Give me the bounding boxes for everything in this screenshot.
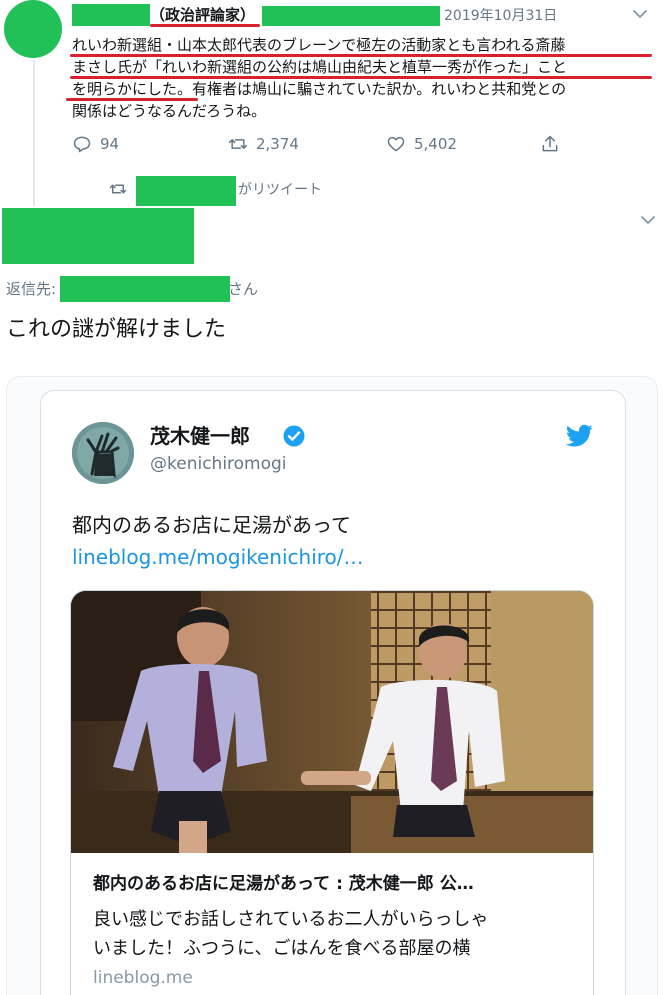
author-avatar-redacted[interactable] <box>4 0 62 58</box>
tweet-text-line-4: 関係はどうなるんだろうね。 <box>72 102 267 120</box>
retweeted-by-label: がリツイート <box>238 182 322 198</box>
twitter-bird-icon[interactable] <box>564 424 594 450</box>
link-preview-title: 都内のあるお店に足湯があって : 茂木健一郎 公… <box>93 874 474 894</box>
reply-tweet-text: これの謎が解けました <box>6 317 227 342</box>
embedded-author-name[interactable]: 茂木健一郎 <box>150 422 250 450</box>
link-preview-domain: lineblog.me <box>93 968 193 988</box>
replying-to-suffix: さん <box>228 280 259 298</box>
author-affiliation: （政治評論家） <box>150 6 256 24</box>
like-count: 5,402 <box>414 135 457 153</box>
photo-two-men-footbath <box>71 591 593 853</box>
replying-to-prefix: 返信先: <box>6 280 57 298</box>
retweet-icon <box>109 184 127 194</box>
share-action[interactable] <box>540 134 560 154</box>
share-icon[interactable] <box>540 134 560 154</box>
avatar-illustration <box>72 422 134 484</box>
thread-line <box>33 60 35 206</box>
link-preview-description-line-1: 良い感じでお話しされているお二人がいらっしゃ <box>93 909 489 930</box>
reply-action[interactable]: 94 <box>72 134 119 154</box>
chevron-down-icon[interactable] <box>636 210 660 230</box>
author-handle-redacted[interactable] <box>262 6 440 26</box>
tweet-text-line-2: まさし氏が「れいわ新選組の公約は鳩山由紀夫と植草一秀が作った」こと <box>72 58 568 76</box>
link-preview-card[interactable]: 都内のあるお店に足湯があって : 茂木健一郎 公… 良い感じでお話しされているお… <box>70 590 594 995</box>
embedded-tweet-text: 都内のあるお店に足湯があって <box>72 513 351 537</box>
link-preview-photo[interactable] <box>71 591 593 853</box>
reply-icon[interactable] <box>72 134 92 154</box>
retweeter-name-redacted[interactable] <box>136 176 236 206</box>
verified-badge-icon <box>283 425 305 447</box>
embedded-author-handle[interactable]: @kenichiromogi <box>150 452 287 476</box>
retweet-icon[interactable] <box>228 134 248 154</box>
link-preview-description-line-2: いました！ふつうに、ごはんを食べる部屋の横 <box>93 938 471 959</box>
embedded-tweet-link[interactable]: lineblog.me/mogikenichiro/… <box>72 542 364 572</box>
red-underline-affiliation <box>150 24 260 27</box>
like-action[interactable]: 5,402 <box>386 134 457 154</box>
author-name-redacted[interactable] <box>72 4 150 26</box>
chevron-down-icon[interactable] <box>628 4 652 24</box>
like-icon[interactable] <box>386 134 406 154</box>
retweet-action[interactable]: 2,374 <box>228 134 299 154</box>
replying-to-handle-redacted[interactable] <box>60 276 230 302</box>
reply-count: 94 <box>100 135 120 153</box>
link-preview-description: 良い感じでお話しされているお二人がいらっしゃ いました！ふつうに、ごはんを食べる… <box>93 905 573 963</box>
tweet-actions: 94 2,374 5,402 <box>72 134 572 158</box>
retweet-count: 2,374 <box>256 135 299 153</box>
reply-author-redacted[interactable] <box>2 208 194 264</box>
tweet-text-line-3: を明らかにした。有権者は鳩山に騙されていた訳か。れいわと共和党との <box>72 80 567 98</box>
embedded-author-avatar[interactable] <box>72 422 134 484</box>
tweet-text-line-1: れいわ新選組・山本太郎代表のブレーンで極左の活動家とも言われる斎藤 <box>72 36 566 54</box>
tweet-date[interactable]: 2019年10月31日 <box>444 6 557 26</box>
